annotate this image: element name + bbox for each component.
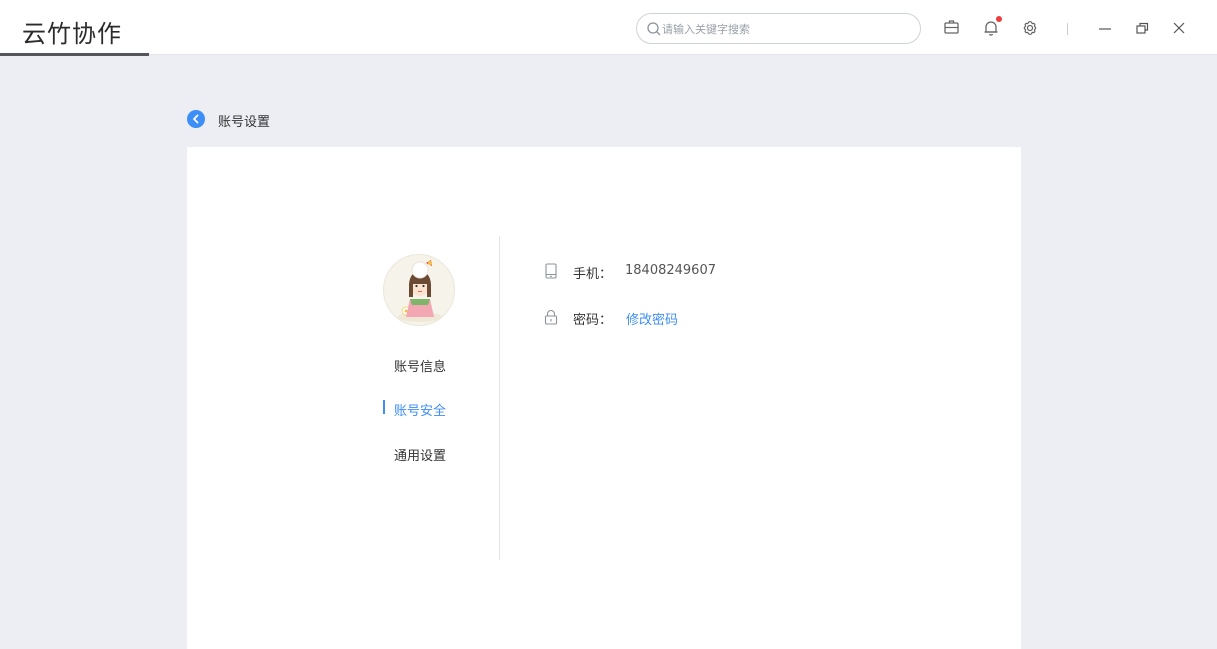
chevron-left-icon <box>193 114 199 124</box>
avatar-image <box>398 260 442 322</box>
change-password-link[interactable]: 修改密码 <box>626 309 678 328</box>
gear-icon[interactable] <box>1019 17 1041 39</box>
minimize-icon[interactable] <box>1094 17 1116 39</box>
restore-icon[interactable] <box>1131 17 1153 39</box>
close-icon[interactable] <box>1168 17 1190 39</box>
page-title: 账号设置 <box>218 115 271 130</box>
search-box[interactable] <box>636 13 921 44</box>
phone-row: 手机： 18408249607 <box>544 262 844 282</box>
password-label: 密码： <box>573 313 613 328</box>
nav-item-label: 账号信息 <box>394 360 447 375</box>
active-indicator <box>383 400 385 414</box>
search-icon <box>646 21 662 37</box>
password-row: 密码： 修改密码 <box>544 308 844 328</box>
phone-value: 18408249607 <box>625 263 716 278</box>
app-logo: 云竹协作 <box>22 20 122 48</box>
briefcase-icon[interactable] <box>941 17 963 39</box>
nav-item-label: 通用设置 <box>394 449 447 464</box>
search-input[interactable] <box>662 19 912 39</box>
avatar[interactable] <box>383 254 455 326</box>
notification-badge <box>996 16 1002 22</box>
back-button[interactable] <box>187 110 205 128</box>
lock-icon <box>544 309 558 325</box>
vertical-divider <box>499 236 500 560</box>
phone-icon <box>544 263 558 279</box>
title-bar: 云竹协作 <box>0 0 1217 56</box>
phone-label: 手机： <box>573 267 613 282</box>
settings-card: 账号信息 账号安全 通用设置 手机： 18408249607 密码： 修改密码 <box>187 147 1021 649</box>
toolbar-separator <box>1067 23 1068 35</box>
notification-button[interactable] <box>980 16 1002 39</box>
nav-item-label: 账号安全 <box>394 404 447 419</box>
logo-underline <box>0 53 149 56</box>
